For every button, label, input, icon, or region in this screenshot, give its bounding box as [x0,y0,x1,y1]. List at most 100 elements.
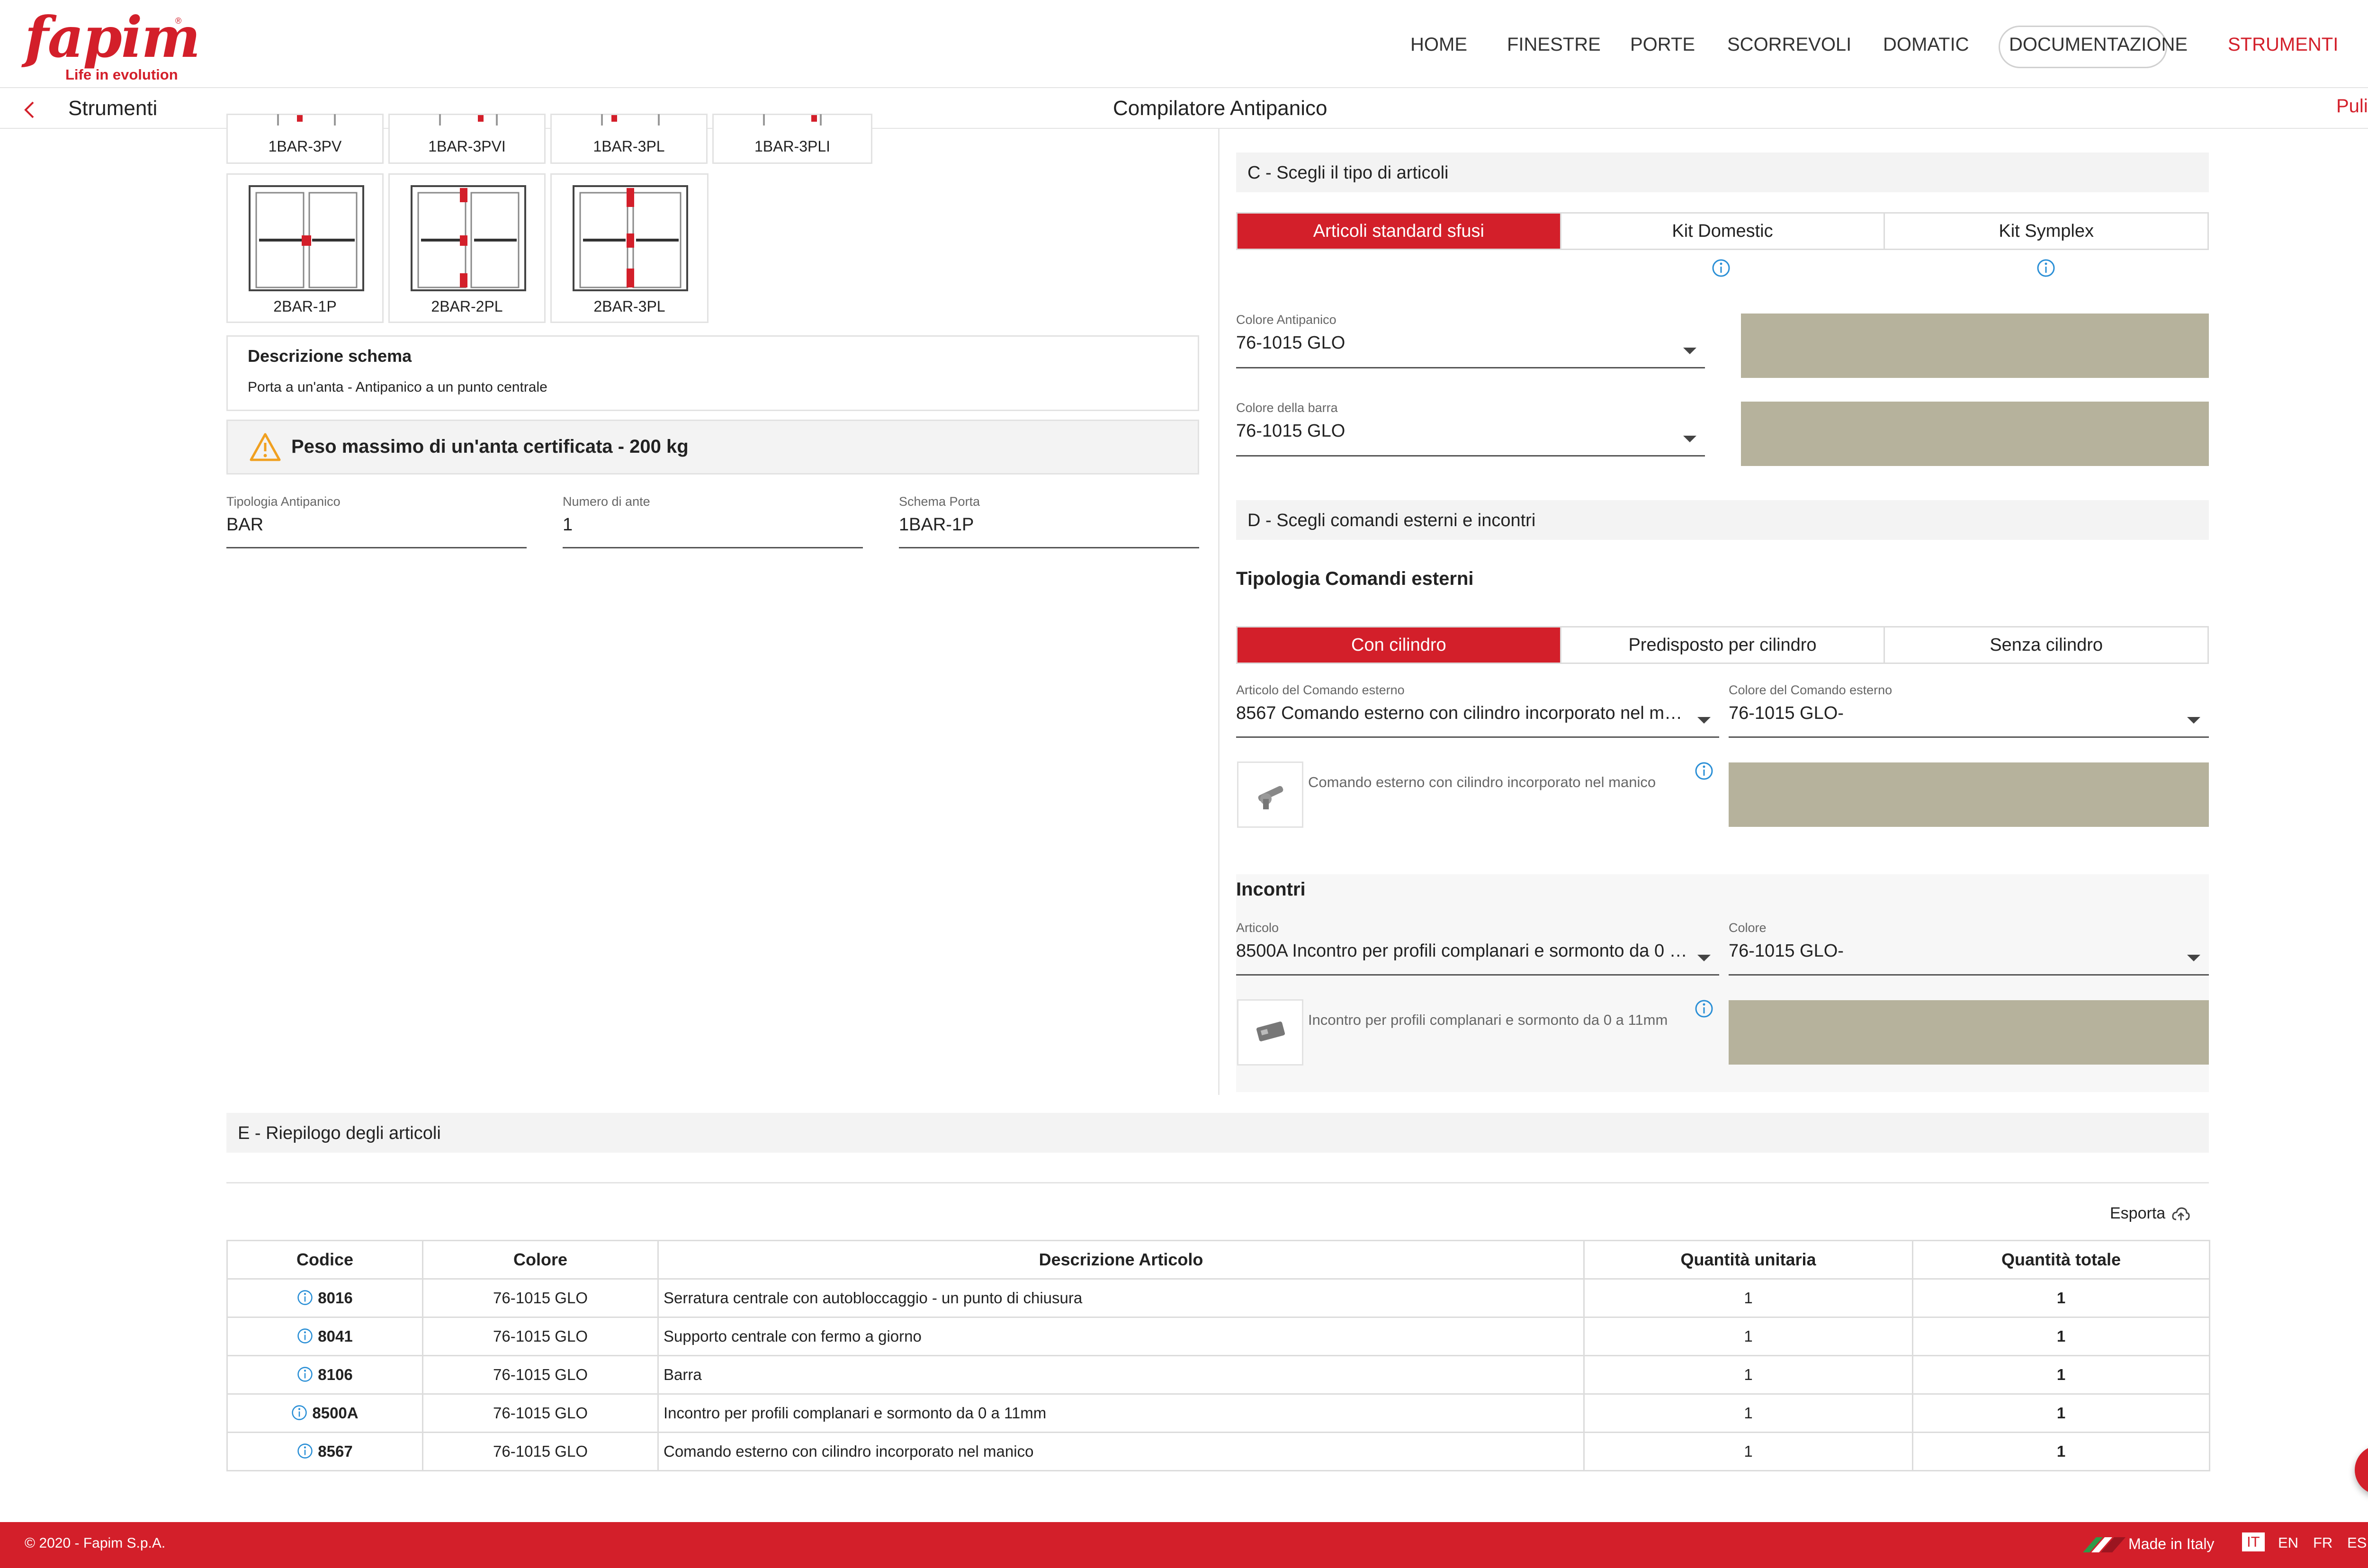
color-swatch [1741,402,2209,466]
column-header-quantita-unitaria[interactable]: Quantità unitaria [1583,1240,1913,1280]
description-cell: Supporto centrale con fermo a giorno [657,1317,1585,1356]
field-underline [1729,736,2209,738]
field-value: 76-1015 GLO [1236,333,1345,353]
option-predisposto-cilindro[interactable]: Predisposto per cilindro [1561,627,1885,663]
top-header: fapim ® Life in evolution HOME FINESTRE … [0,0,2368,88]
schema-porta-field[interactable]: Schema Porta 1BAR-1P [899,494,1199,548]
nav-strumenti[interactable]: STRUMENTI [2228,34,2338,55]
field-underline [563,547,863,548]
brand-logo[interactable]: fapim ® Life in evolution [25,9,200,83]
table-row: 8567 76-1015 GLO Comando esterno con cil… [226,1432,2210,1471]
info-icon[interactable] [297,1366,313,1382]
field-underline [1236,736,1719,738]
option-kit-symplex[interactable]: Kit Symplex [1885,214,2208,249]
info-icon[interactable] [1695,762,1713,780]
column-header-descrizione[interactable]: Descrizione Articolo [657,1240,1585,1280]
colore-comando-select[interactable]: Colore del Comando esterno 76-1015 GLO- [1729,683,2209,738]
qty-unit-cell: 1 [1583,1355,1913,1395]
field-label: Schema Porta [899,494,980,509]
nav-scorrevoli[interactable]: SCORREVOLI [1727,34,1851,55]
double-door-diagram-icon [573,185,688,291]
field-value: BAR [226,515,264,535]
color-cell: 76-1015 GLO [422,1317,659,1356]
code-cell[interactable]: 8041 [226,1317,423,1356]
field-value: 1 [563,515,573,535]
description-cell: Barra [657,1355,1585,1395]
section-e-title: E - Riepilogo degli articoli [238,1123,441,1143]
column-header-quantita-totale[interactable]: Quantità totale [1912,1240,2210,1280]
description-title: Descrizione schema [248,346,412,366]
info-icon[interactable] [297,1290,313,1306]
calculator-button[interactable] [2355,1445,2368,1495]
option-kit-domestic[interactable]: Kit Domestic [1561,214,1885,249]
code-cell[interactable]: 8567 [226,1432,423,1471]
option-senza-cilindro[interactable]: Senza cilindro [1885,627,2208,663]
comando-description: Comando esterno con cilindro incorporato… [1308,774,1656,790]
field-underline [1236,974,1719,976]
qty-total-cell: 1 [1912,1393,2210,1433]
scheme-tile-1bar-3pv[interactable]: 1BAR-3PV [226,114,384,164]
info-icon[interactable] [1712,259,1731,278]
option-con-cilindro[interactable]: Con cilindro [1238,627,1561,663]
option-articoli-standard[interactable]: Articoli standard sfusi [1238,214,1561,249]
language-es[interactable]: ES [2347,1534,2367,1551]
info-icon[interactable] [297,1328,313,1344]
color-cell: 76-1015 GLO [422,1393,659,1433]
clear-button[interactable]: Pulisci [2336,96,2368,117]
info-icon[interactable] [1695,999,1713,1018]
field-underline [226,547,527,548]
chevron-left-icon[interactable] [21,100,40,119]
scheme-tile-1bar-3pli[interactable]: 1BAR-3PLI [712,114,872,164]
nav-home[interactable]: HOME [1410,34,1467,55]
code-cell[interactable]: 8016 [226,1278,423,1318]
scheme-tile-1bar-3pvi[interactable]: 1BAR-3PVI [388,114,546,164]
export-button[interactable]: Esporta [2110,1204,2165,1223]
language-fr[interactable]: FR [2313,1534,2332,1551]
brand-tagline: Life in evolution [65,66,178,83]
field-underline [1236,455,1705,457]
qty-unit-cell: 1 [1583,1393,1913,1433]
colore-incontro-select[interactable]: Colore 76-1015 GLO- [1729,921,2209,976]
color-swatch [1729,1000,2209,1065]
scheme-tile-1bar-3pl[interactable]: 1BAR-3PL [550,114,708,164]
language-en[interactable]: EN [2278,1534,2298,1551]
info-icon[interactable] [2036,259,2055,278]
scheme-tile-2bar-1p[interactable]: 2BAR-1P [226,173,384,323]
scheme-label: 1BAR-3PVI [428,138,506,155]
qty-total-cell: 1 [1912,1278,2210,1318]
nav-domatic[interactable]: DOMATIC [1883,34,1969,55]
articolo-incontro-select[interactable]: Articolo 8500A Incontro per profili comp… [1236,921,1719,976]
info-icon[interactable] [297,1443,313,1459]
scheme-description: Descrizione schema Porta a un'anta - Ant… [226,335,1199,411]
description-cell: Incontro per profili complanari e sormon… [657,1393,1585,1433]
scheme-tile-2bar-2pl[interactable]: 2BAR-2PL [388,173,546,323]
color-cell: 76-1015 GLO [422,1355,659,1395]
articolo-comando-select[interactable]: Articolo del Comando esterno 8567 Comand… [1236,683,1719,738]
nav-porte[interactable]: PORTE [1630,34,1695,55]
section-d-header: D - Scegli comandi esterni e incontri [1236,500,2209,540]
code-value: 8016 [318,1289,353,1307]
colore-barra-select[interactable]: Colore della barra 76-1015 GLO [1236,401,1705,457]
incontri-title: Incontri [1236,879,1306,900]
field-label: Numero di ante [563,494,650,509]
chevron-down-icon [1697,955,1711,961]
scheme-label: 2BAR-1P [273,298,337,315]
warning-text: Peso massimo di un'anta certificata - 20… [291,436,689,457]
code-cell[interactable]: 8106 [226,1355,423,1395]
column-header-codice[interactable]: Codice [226,1240,423,1280]
colore-antipanico-select[interactable]: Colore Antipanico 76-1015 GLO [1236,313,1705,368]
scheme-label: 1BAR-3PV [268,138,342,155]
nav-documentazione[interactable]: DOCUMENTAZIONE [2009,34,2188,55]
breadcrumb-section[interactable]: Strumenti [68,97,157,120]
nav-finestre[interactable]: FINESTRE [1507,34,1601,55]
language-it[interactable]: IT [2242,1532,2265,1551]
tipologia-antipanico-field[interactable]: Tipologia Antipanico BAR [226,494,527,548]
section-c-title: C - Scegli il tipo di articoli [1247,163,1449,183]
door-diagram-icon [439,114,498,125]
info-icon[interactable] [291,1405,307,1421]
cloud-upload-icon[interactable] [2171,1206,2190,1222]
column-header-colore[interactable]: Colore [422,1240,659,1280]
code-cell[interactable]: 8500A [226,1393,423,1433]
scheme-tile-2bar-3pl[interactable]: 2BAR-3PL [550,173,709,323]
numero-ante-field[interactable]: Numero di ante 1 [563,494,863,548]
